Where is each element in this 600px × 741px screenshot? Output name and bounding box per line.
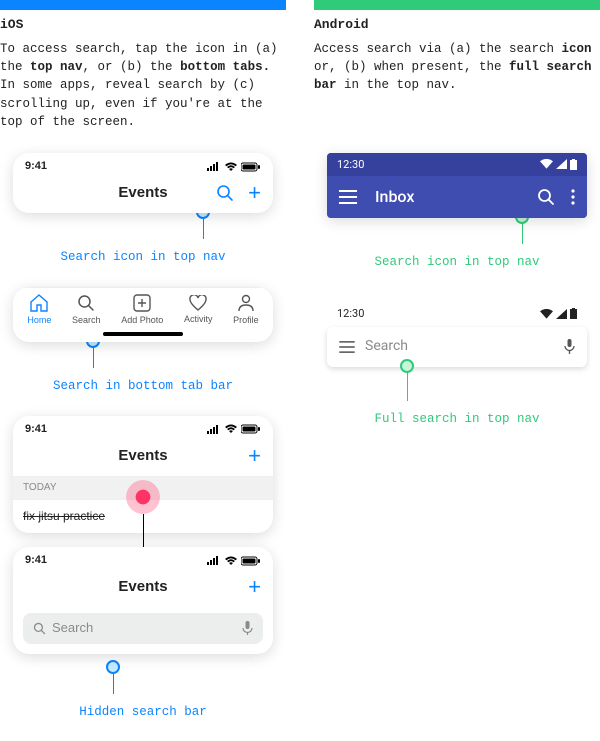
ios-tabbar: Home Search Add Photo Activity Profile	[13, 287, 273, 329]
hamburger-icon[interactable]	[339, 341, 355, 353]
tab-home[interactable]: Home	[27, 294, 51, 327]
android-statusbar: 12:30	[327, 302, 587, 327]
signal-icon	[207, 425, 221, 434]
android-app-title: Inbox	[375, 186, 537, 208]
battery-icon	[241, 556, 261, 566]
signal-icon	[556, 159, 567, 169]
ios-mock-tabbar: Home Search Add Photo Activity Profile	[13, 287, 273, 343]
search-placeholder: Search	[365, 337, 554, 357]
android-statusbar: 12:30	[327, 153, 587, 176]
search-icon	[77, 294, 95, 312]
android-mock-searchbar: 12:30 Search	[327, 302, 587, 367]
android-caption-1: Search icon in top nav	[314, 254, 600, 272]
signal-icon	[207, 162, 221, 171]
mic-icon[interactable]	[242, 621, 253, 636]
android-accent-bar	[314, 0, 600, 10]
wifi-icon	[224, 162, 238, 172]
ios-navbar: Events +	[13, 176, 273, 213]
home-indicator	[103, 332, 183, 336]
callout-3	[0, 660, 286, 694]
add-icon[interactable]: +	[248, 445, 261, 467]
ios-mock-topnav: 9:41 Events +	[13, 153, 273, 213]
search-icon[interactable]	[537, 188, 555, 206]
ios-time: 9:41	[25, 422, 47, 437]
section-label: TODAY	[13, 476, 273, 499]
search-placeholder: Search	[52, 619, 236, 637]
ios-accent-bar	[0, 0, 286, 10]
ios-time: 9:41	[25, 553, 47, 568]
battery-icon	[570, 308, 577, 319]
home-icon	[29, 294, 49, 312]
ios-nav-title: Events	[118, 445, 167, 466]
add-photo-icon	[133, 294, 151, 312]
android-appbar: Inbox	[327, 176, 587, 218]
overflow-icon[interactable]	[571, 189, 575, 205]
callout-and-2	[214, 359, 600, 401]
ios-search-input[interactable]: Search	[23, 613, 263, 643]
mic-icon[interactable]	[564, 339, 575, 355]
add-icon[interactable]: +	[248, 182, 261, 204]
battery-icon	[241, 424, 261, 434]
android-mock-topbar: 12:30 Inbox	[327, 153, 587, 219]
ios-caption-3: Hidden search bar	[0, 704, 286, 722]
search-icon[interactable]	[216, 184, 234, 202]
android-caption-2: Full search in top nav	[314, 411, 600, 429]
wifi-icon	[540, 159, 553, 169]
ios-description: To access search, tap the icon in (a) th…	[0, 40, 286, 131]
search-icon	[33, 622, 46, 635]
ios-time: 9:41	[25, 159, 47, 174]
heart-icon	[189, 295, 207, 311]
wifi-icon	[224, 556, 238, 566]
tab-add-photo[interactable]: Add Photo	[121, 294, 163, 327]
tab-search[interactable]: Search	[72, 294, 101, 327]
tab-activity[interactable]: Activity	[184, 295, 213, 326]
ios-caption-1: Search icon in top nav	[0, 249, 286, 267]
ios-mock-scroll: 9:41 Events + TODAY fix jitsu practice	[13, 416, 273, 654]
signal-icon	[556, 309, 567, 319]
wifi-icon	[540, 309, 553, 319]
android-column: Android Access search via (a) the search…	[314, 0, 600, 741]
ios-nav-title: Events	[118, 182, 167, 203]
wifi-icon	[224, 424, 238, 434]
android-heading: Android	[314, 16, 600, 34]
ios-nav-title: Events	[118, 576, 167, 597]
battery-icon	[241, 162, 261, 172]
profile-icon	[238, 294, 254, 312]
android-time: 12:30	[337, 157, 364, 172]
ios-statusbar: 9:41	[13, 153, 273, 176]
list-item[interactable]: fix jitsu practice	[13, 499, 273, 533]
battery-icon	[570, 159, 577, 170]
android-description: Access search via (a) the search icon or…	[314, 40, 600, 94]
add-icon[interactable]: +	[248, 576, 261, 598]
ios-heading: iOS	[0, 16, 286, 34]
android-time: 12:30	[337, 306, 364, 321]
tab-profile[interactable]: Profile	[233, 294, 259, 327]
signal-icon	[207, 556, 221, 565]
hamburger-icon[interactable]	[339, 190, 357, 204]
